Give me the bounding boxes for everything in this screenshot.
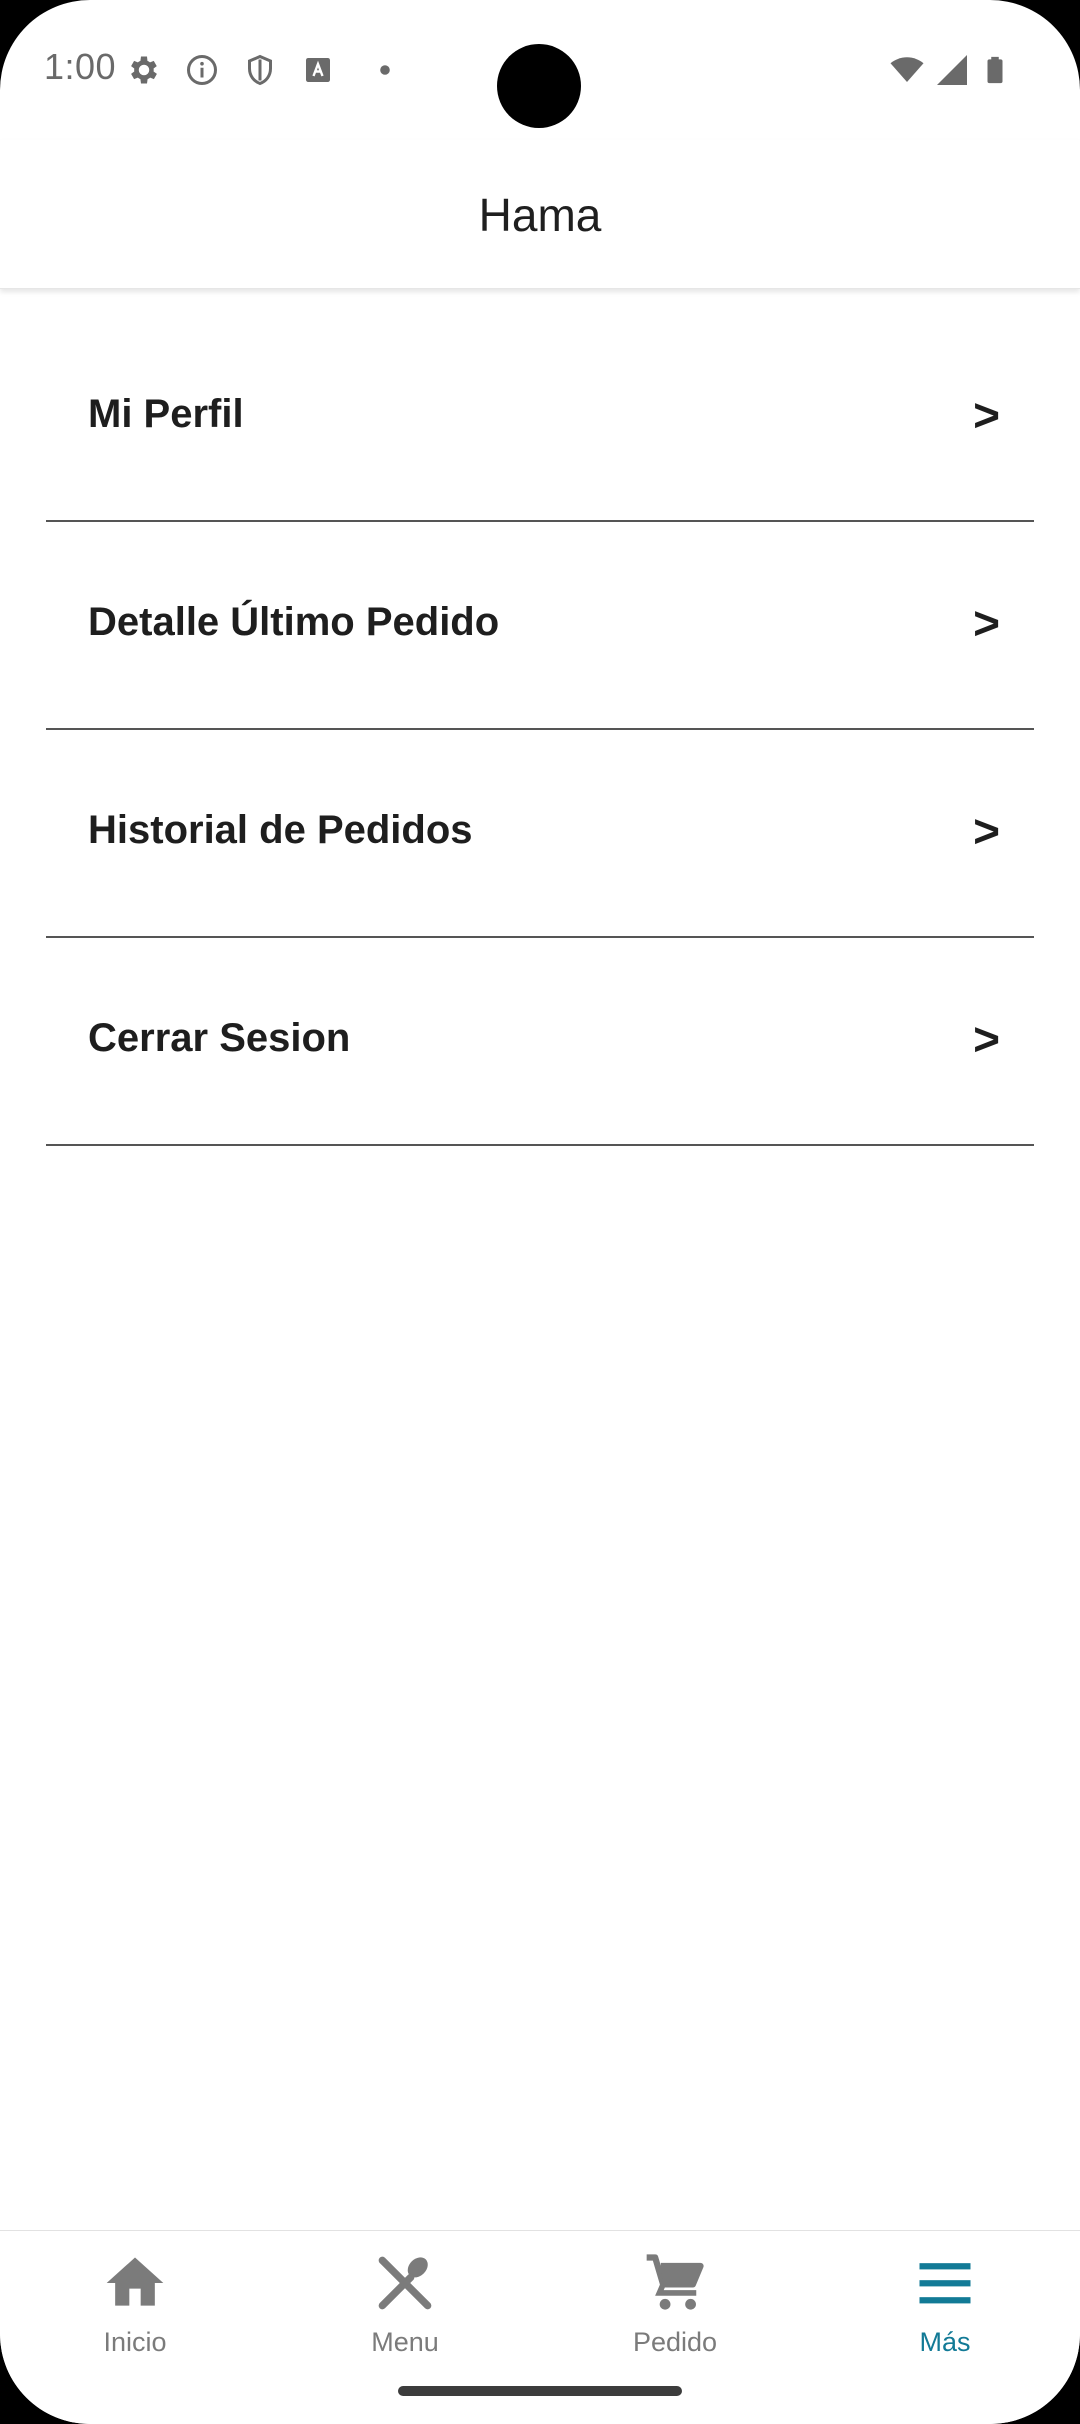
status-time: 1:00: [44, 46, 117, 87]
menu-item-label: Detalle Último Pedido: [88, 600, 500, 644]
chevron-right-icon: >: [973, 389, 1000, 441]
chevron-right-icon: >: [973, 805, 1000, 857]
wifi-icon: [890, 57, 924, 82]
menu-list: Mi Perfil > Detalle Último Pedido > Hist…: [46, 314, 1034, 1146]
app-bar: Hama: [0, 140, 1080, 289]
nav-item-inicio[interactable]: Inicio: [0, 2231, 270, 2424]
nav-item-mas[interactable]: Más: [810, 2231, 1080, 2424]
app-title: Hama: [478, 189, 602, 241]
menu-item-label: Cerrar Sesion: [88, 1016, 351, 1060]
shield-icon: [248, 54, 272, 86]
text-a-icon: [306, 58, 330, 82]
nav-label: Inicio: [103, 2327, 167, 2357]
nav-label: Más: [919, 2327, 971, 2357]
menu-item-label: Mi Perfil: [88, 392, 244, 436]
home-icon: [106, 2257, 164, 2306]
settings-icon: [131, 56, 157, 84]
info-icon: [187, 55, 217, 85]
menu-item-detalle-ultimo-pedido[interactable]: Detalle Último Pedido >: [46, 522, 1034, 730]
status-bar: 1:00: [0, 0, 1080, 140]
cellular-signal-icon: [937, 55, 967, 85]
cart-icon: [646, 2254, 704, 2310]
nav-label: Pedido: [632, 2327, 718, 2357]
chevron-right-icon: >: [973, 597, 1000, 649]
app-screen: 1:00 Hama Mi Perfil > Detalle Último Ped…: [0, 0, 1080, 2424]
chevron-right-icon: >: [973, 1013, 1000, 1065]
menu-item-mi-perfil[interactable]: Mi Perfil >: [46, 314, 1034, 522]
battery-icon: [987, 56, 1003, 84]
menu-item-historial-de-pedidos[interactable]: Historial de Pedidos >: [46, 730, 1034, 938]
camera-cutout: [497, 44, 581, 128]
menu-icon: [919, 2263, 971, 2304]
dot-icon: [380, 65, 390, 75]
nav-label: Menu: [371, 2327, 439, 2357]
utensils-icon: [378, 2256, 432, 2310]
home-indicator[interactable]: [398, 2386, 682, 2396]
menu-item-cerrar-sesion[interactable]: Cerrar Sesion >: [46, 938, 1034, 1146]
menu-item-label: Historial de Pedidos: [88, 808, 473, 852]
